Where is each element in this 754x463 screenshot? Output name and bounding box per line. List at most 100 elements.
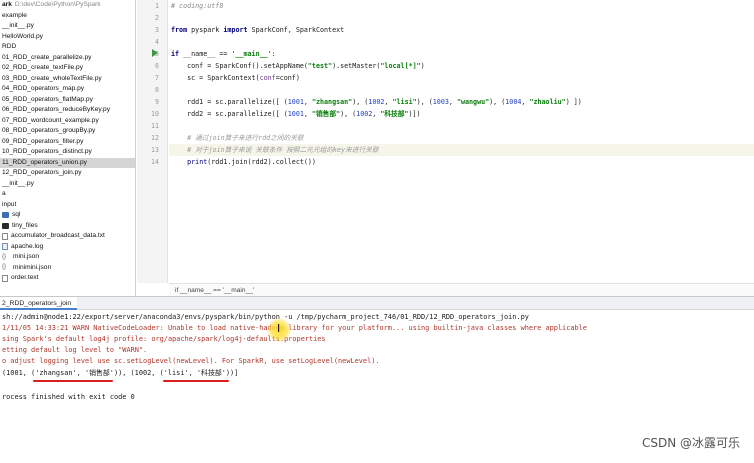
tree-item-05[interactable]: 05_RDD_operators_flatMap.py <box>0 95 135 106</box>
tree-item-label: RDD <box>2 43 17 50</box>
project-root-label: ark <box>2 1 12 8</box>
line-number: 2 <box>155 14 159 22</box>
tree-item-label: a <box>2 190 6 197</box>
tree-item-08[interactable]: 08_RDD_operators_groupBy.py <box>0 126 135 137</box>
tree-item-01[interactable]: 01_RDD_create_parallelize.py <box>0 53 135 64</box>
code-line-7: sc = SparkContext(conf=conf) <box>171 72 300 84</box>
tree-item-sql[interactable]: sql <box>0 210 135 221</box>
code-text: pyspark <box>187 26 224 34</box>
code-text: ) <box>420 62 425 70</box>
log-file-icon <box>2 243 8 251</box>
code-number: 1002 <box>356 110 373 118</box>
code-text: sc = SparkContext( <box>171 74 260 82</box>
code-line-5: if __name__ == '__main__': <box>171 48 276 60</box>
tree-item-tiny-files[interactable]: tiny_files <box>0 221 135 232</box>
console-line-warn: o adjust logging level use sc.setLogLeve… <box>2 357 380 365</box>
code-text: rdd1 = sc.parallelize([ ( <box>171 98 288 106</box>
tree-item-03[interactable]: 03_RDD_create_wholeTextFile.py <box>0 74 135 85</box>
project-root-path: D:\dev\Code\Python\PySpark <box>14 1 101 8</box>
code-comment: # 通过join算子来进行rdd之间的关联 <box>171 134 304 142</box>
tree-item-06[interactable]: 06_RDD_operators_reduceByKey.py <box>0 105 135 116</box>
tree-item-label: accumulator_broadcast_data.txt <box>11 232 105 239</box>
line-number: 1 <box>155 2 159 10</box>
code-number: 1001 <box>287 110 304 118</box>
tree-item-label: 02_RDD_create_textFile.py <box>2 64 83 71</box>
tree-item-label: minimini.json <box>13 263 52 271</box>
text-file-icon <box>2 274 8 282</box>
line-number: 9 <box>155 98 159 106</box>
code-comment: # 对于join算子来说 关联条件 按照二元元组的key来进行关联 <box>171 146 379 154</box>
code-text: ).setMaster( <box>332 62 381 70</box>
tree-item-example[interactable]: example <box>0 11 135 22</box>
tree-item-label: HelloWorld.py <box>2 32 43 40</box>
tree-item-label: order.text <box>11 274 39 281</box>
code-string: "lisi" <box>392 98 417 106</box>
code-builtin: print <box>187 158 208 166</box>
tree-item-04[interactable]: 04_RDD_operators_map.py <box>0 84 135 95</box>
json-file-icon: {} <box>2 264 7 271</box>
tree-item-a[interactable]: a <box>0 189 135 200</box>
tree-item-label: 06_RDD_operators_reduceByKey.py <box>2 106 111 113</box>
tree-item-label: __init__.py <box>2 179 34 187</box>
tree-item-07[interactable]: 07_RDD_wordcount_example.py <box>0 116 135 127</box>
line-number: 10 <box>151 110 159 118</box>
tree-item-input[interactable]: input <box>0 200 135 211</box>
run-console[interactable]: sh://admin@node1:22/export/server/anacon… <box>0 310 754 463</box>
code-line-13-current: # 对于join算子来说 关联条件 按照二元元组的key来进行关联 <box>169 144 754 156</box>
code-string: '__main__' <box>231 50 272 58</box>
code-editor[interactable]: # coding:utf8 from pyspark import SparkC… <box>169 0 754 283</box>
tree-item-label: 07_RDD_wordcount_example.py <box>2 116 99 124</box>
text-file-icon <box>2 232 8 240</box>
tree-item-label: mini.json <box>13 253 40 260</box>
console-line-exit: rocess finished with exit code 0 <box>2 393 135 401</box>
code-comment: # coding:utf8 <box>171 2 224 10</box>
tree-item-09[interactable]: 09_RDD_operators_filter.py <box>0 137 135 148</box>
tree-item-apache-log[interactable]: apache.log <box>0 242 135 253</box>
tree-item-order-text[interactable]: order.text <box>0 273 135 284</box>
tree-item-label: 01_RDD_create_parallelize.py <box>2 53 92 61</box>
tree-item-label: 03_RDD_create_wholeTextFile.py <box>2 74 102 82</box>
tree-item-label: 11_RDD_operators_union.py <box>2 158 87 166</box>
tree-item-10[interactable]: 10_RDD_operators_distinct.py <box>0 147 135 158</box>
code-string: "科技部" <box>380 110 409 118</box>
code-text: =conf) <box>275 74 300 82</box>
code-string: "销售部" <box>311 110 341 118</box>
line-number: 11 <box>151 122 159 130</box>
code-text: conf = SparkConf().setAppName( <box>171 62 308 70</box>
console-line: sh://admin@node1:22/export/server/anacon… <box>2 313 529 321</box>
tree-item-12[interactable]: 12_RDD_operators_join.py <box>0 168 135 179</box>
tree-item-helloworld[interactable]: HelloWorld.py <box>0 32 135 43</box>
tree-item-label: __init__.py <box>2 22 34 29</box>
code-number: 1001 <box>287 98 304 106</box>
code-keyword: if <box>171 50 180 58</box>
tree-item-label: 09_RDD_operators_filter.py <box>2 137 84 145</box>
code-text: rdd2 = sc.parallelize([ ( <box>171 110 288 118</box>
tree-item-02[interactable]: 02_RDD_create_textFile.py <box>0 63 135 74</box>
editor-breadcrumb[interactable]: if __name__ == '__main__' <box>169 283 754 296</box>
red-underline-annotation <box>163 380 229 382</box>
code-string: "zhaoliu" <box>529 98 566 106</box>
tree-item-label: apache.log <box>11 242 44 250</box>
project-tree-panel: ark D:\dev\Code\Python\PySpark example _… <box>0 0 136 298</box>
red-underline-annotation <box>33 380 113 382</box>
tree-item-init[interactable]: __init__.py <box>0 21 135 32</box>
tree-item-minimini-json[interactable]: {} minimini.json <box>0 263 135 274</box>
code-number: 1003 <box>432 98 449 106</box>
project-root[interactable]: ark D:\dev\Code\Python\PySpark <box>0 0 135 11</box>
tree-item-init-2[interactable]: __init__.py <box>0 179 135 190</box>
tree-item-label: example <box>2 11 27 19</box>
editor-gutter[interactable]: 1 2 3 4 5 6 7 8 9 10 11 12 13 14 <box>137 0 168 283</box>
run-tab[interactable]: 2_RDD_operators_join <box>0 297 78 310</box>
line-number: 4 <box>155 38 159 46</box>
tree-item-rdd[interactable]: RDD <box>0 42 135 53</box>
tree-item-11-selected[interactable]: 11_RDD_operators_union.py <box>0 157 135 168</box>
run-gutter-icon[interactable] <box>152 49 158 57</box>
tree-item-mini-json[interactable]: {} mini.json <box>0 252 135 263</box>
tree-item-label: 12_RDD_operators_join.py <box>2 169 82 176</box>
code-text: __name__ == <box>179 50 232 58</box>
line-number: 12 <box>151 134 159 142</box>
folder-icon <box>2 222 9 229</box>
tree-item-label: 05_RDD_operators_flatMap.py <box>2 95 93 103</box>
line-number: 6 <box>155 62 159 70</box>
tree-item-accumulator[interactable]: accumulator_broadcast_data.txt <box>0 231 135 242</box>
